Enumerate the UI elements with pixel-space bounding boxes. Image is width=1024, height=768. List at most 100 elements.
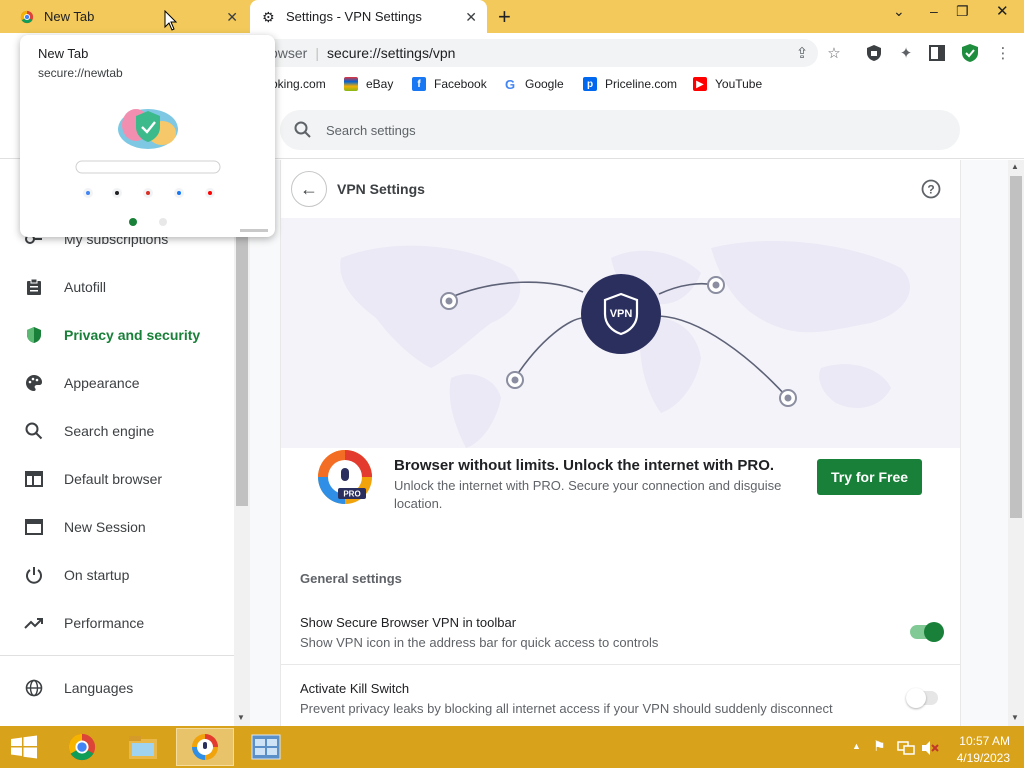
setting-subtitle: Show VPN icon in the address bar for qui… <box>300 635 659 650</box>
secure-browser-pro-logo: PRO <box>318 450 372 504</box>
sidebar-item-label: Default browser <box>64 471 163 487</box>
search-icon <box>24 421 44 441</box>
help-icon[interactable]: ? <box>921 179 941 199</box>
close-tab-icon[interactable]: ✕ <box>226 9 238 26</box>
general-settings-heading: General settings <box>300 571 402 586</box>
facebook-icon: f <box>412 77 426 91</box>
toggle-knob <box>906 688 926 708</box>
control-panel-icon <box>251 734 281 760</box>
network-icon[interactable] <box>897 740 915 756</box>
address-url: secure://settings/vpn <box>327 45 456 61</box>
tab-settings[interactable]: ⚙ Settings - VPN Settings ✕ <box>250 0 487 33</box>
volume-muted-icon[interactable] <box>921 740 939 756</box>
new-tab-plus-icon[interactable]: + <box>498 4 511 30</box>
svg-text:?: ? <box>927 183 934 197</box>
search-settings-input[interactable]: Search settings <box>280 110 960 150</box>
windows-start-icon[interactable] <box>10 735 38 759</box>
clock-date[interactable]: 4/19/2023 <box>950 751 1010 765</box>
shield-extension-icon[interactable] <box>866 44 882 62</box>
sidebar-item-search-engine[interactable]: Search engine <box>0 409 230 453</box>
folder-icon <box>129 736 157 759</box>
bookmark-item[interactable]: G Google <box>503 76 564 92</box>
chrome-icon <box>20 10 34 23</box>
flag-icon[interactable]: ⚑ <box>873 738 886 755</box>
promo-description: Unlock the internet with PRO. Secure you… <box>394 478 782 511</box>
sidebar-item-on-startup[interactable]: On startup <box>0 553 230 597</box>
scroll-down-arrow-icon[interactable]: ▼ <box>237 713 245 722</box>
tab-new-tab[interactable]: New Tab ✕ <box>8 0 248 33</box>
extensions-puzzle-icon[interactable]: ✦ <box>896 43 916 63</box>
chevron-down-icon[interactable]: ⌄ <box>893 3 905 20</box>
google-icon: G <box>504 76 516 92</box>
tab-label: Settings - VPN Settings <box>286 9 422 24</box>
scroll-up-arrow-icon[interactable]: ▲ <box>1011 162 1019 171</box>
shield-icon <box>24 325 44 345</box>
close-tab-icon[interactable]: ✕ <box>465 9 477 26</box>
sidebar-item-label: Appearance <box>64 375 140 391</box>
row-divider <box>281 664 960 665</box>
address-bar[interactable]: owser | secure://settings/vpn <box>250 39 818 67</box>
palette-icon <box>24 373 44 393</box>
bookmark-label: eBay <box>366 77 394 91</box>
taskbar-secure-browser[interactable] <box>176 728 234 766</box>
bookmark-item[interactable]: eBay <box>344 76 393 92</box>
sidebar-item-label: On startup <box>64 567 130 583</box>
bookmark-item[interactable]: ▶ YouTube <box>693 76 762 92</box>
toggle-knob <box>924 622 944 642</box>
page-scrollbar-thumb[interactable] <box>1010 176 1022 518</box>
clock-time[interactable]: 10:57 AM <box>950 734 1010 748</box>
back-button[interactable]: ← <box>291 171 327 207</box>
address-scheme: owser <box>270 45 308 61</box>
minimize-icon[interactable]: – <box>930 3 938 19</box>
taskbar-chrome[interactable] <box>53 728 111 766</box>
side-panel-icon[interactable] <box>929 45 945 61</box>
sidebar-item-autofill[interactable]: Autofill <box>0 265 230 309</box>
close-icon: ✕ <box>996 3 1009 20</box>
hovercard-url: secure://newtab <box>38 66 123 80</box>
kill-switch-toggle[interactable] <box>906 688 938 708</box>
setting-title: Activate Kill Switch <box>300 681 410 696</box>
scroll-down-arrow-icon[interactable]: ▼ <box>1011 713 1019 722</box>
sidebar-item-label: New Session <box>64 519 146 535</box>
sidebar-item-appearance[interactable]: Appearance <box>0 361 230 405</box>
bookmark-label: YouTube <box>715 77 763 91</box>
secure-browser-icon <box>192 734 218 760</box>
vpn-badge-text: VPN <box>610 308 633 320</box>
vpn-shield-icon[interactable] <box>961 43 979 63</box>
tab-preview-thumbnail <box>75 109 268 232</box>
sidebar-item-privacy-and-security[interactable]: Privacy and security <box>0 313 230 357</box>
bookmark-item[interactable]: oking.com <box>271 76 326 92</box>
restore-icon[interactable]: ❐ <box>956 3 969 20</box>
gear-icon: ⚙ <box>262 8 275 25</box>
ebay-icon <box>344 77 358 91</box>
browser-icon <box>24 469 44 489</box>
setting-subtitle: Prevent privacy leaks by blocking all in… <box>300 701 833 716</box>
taskbar-control-panel[interactable] <box>237 728 295 766</box>
sidebar-item-label: Autofill <box>64 279 107 295</box>
menu-kebab-icon[interactable]: ⋮ <box>993 43 1013 63</box>
tray-expand-icon[interactable]: ▲ <box>852 741 861 751</box>
power-icon <box>24 565 44 585</box>
show-vpn-in-toolbar-toggle[interactable] <box>910 622 944 642</box>
bookmark-label: Facebook <box>434 77 487 91</box>
share-icon[interactable]: ⇪ <box>792 43 812 63</box>
clipboard-icon <box>24 277 44 297</box>
bookmark-label: Google <box>525 77 564 91</box>
address-separator: | <box>315 45 319 61</box>
arrow-left-icon: ← <box>300 178 318 199</box>
sidebar-item-label: Search engine <box>64 423 155 439</box>
page-title: VPN Settings <box>337 181 425 197</box>
priceline-icon: p <box>583 77 597 91</box>
sidebar-item-default-browser[interactable]: Default browser <box>0 457 230 501</box>
bookmark-item[interactable]: f Facebook <box>412 76 487 92</box>
bookmark-star-icon[interactable]: ☆ <box>824 43 844 63</box>
window-close-button[interactable]: ✕ <box>982 0 1024 22</box>
sidebar-item-performance[interactable]: Performance <box>0 601 230 645</box>
bookmark-item[interactable]: p Priceline.com <box>583 76 677 92</box>
hovercard-title: New Tab <box>38 46 89 61</box>
try-for-free-button[interactable]: Try for Free <box>817 459 922 495</box>
sidebar-item-languages[interactable]: Languages <box>0 666 230 710</box>
sidebar-item-new-session[interactable]: New Session <box>0 505 230 549</box>
taskbar-file-explorer[interactable] <box>114 728 172 766</box>
search-placeholder: Search settings <box>326 122 416 138</box>
